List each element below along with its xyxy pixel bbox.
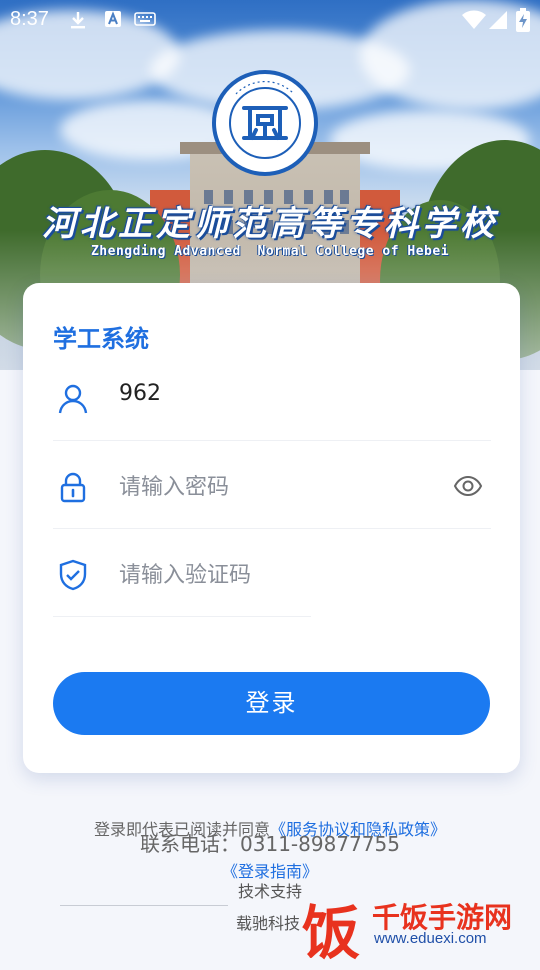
keyboard-icon <box>134 10 156 34</box>
signal-icon <box>488 10 508 36</box>
school-logo <box>212 70 318 176</box>
watermark-glyph: 饭 <box>302 899 361 967</box>
watermark-url: www.eduexi.com <box>374 930 487 947</box>
login-card: 学工系统 962 请输入密码 请输入验证码 登录 <box>23 283 520 773</box>
username-field[interactable]: 962 <box>53 355 491 441</box>
shield-check-icon <box>57 559 89 591</box>
school-name-cn: 河北正定师范高等专科学校 <box>42 204 498 244</box>
lock-icon <box>57 471 89 503</box>
password-input[interactable]: 请输入密码 <box>119 469 229 501</box>
wifi-icon <box>462 10 486 36</box>
school-name-en: Zhengding Advanced Normal College of Heb… <box>90 244 450 259</box>
captcha-input[interactable]: 请输入验证码 <box>119 557 251 589</box>
watermark: 饭 千饭手游网 www.eduexi.com <box>300 886 540 967</box>
download-icon <box>68 10 88 36</box>
login-button[interactable]: 登录 <box>53 672 490 735</box>
captcha-field[interactable]: 请输入验证码 <box>53 531 491 617</box>
user-icon <box>57 383 89 415</box>
divider <box>53 616 311 617</box>
divider <box>53 440 491 441</box>
status-time: 8:37 <box>10 8 49 30</box>
contact-phone: 联系电话：0311-89877755 <box>140 832 400 856</box>
status-bar: 8:37 <box>0 0 540 38</box>
password-field[interactable]: 请输入密码 <box>53 443 491 529</box>
username-input[interactable]: 962 <box>119 381 161 406</box>
footer-divider <box>60 905 228 906</box>
eye-icon[interactable] <box>453 471 483 501</box>
battery-charging-icon <box>516 8 530 38</box>
a-badge-icon <box>104 10 122 34</box>
divider <box>53 528 491 529</box>
system-title: 学工系统 <box>53 325 149 353</box>
company-name: 载驰科技 <box>236 914 301 933</box>
